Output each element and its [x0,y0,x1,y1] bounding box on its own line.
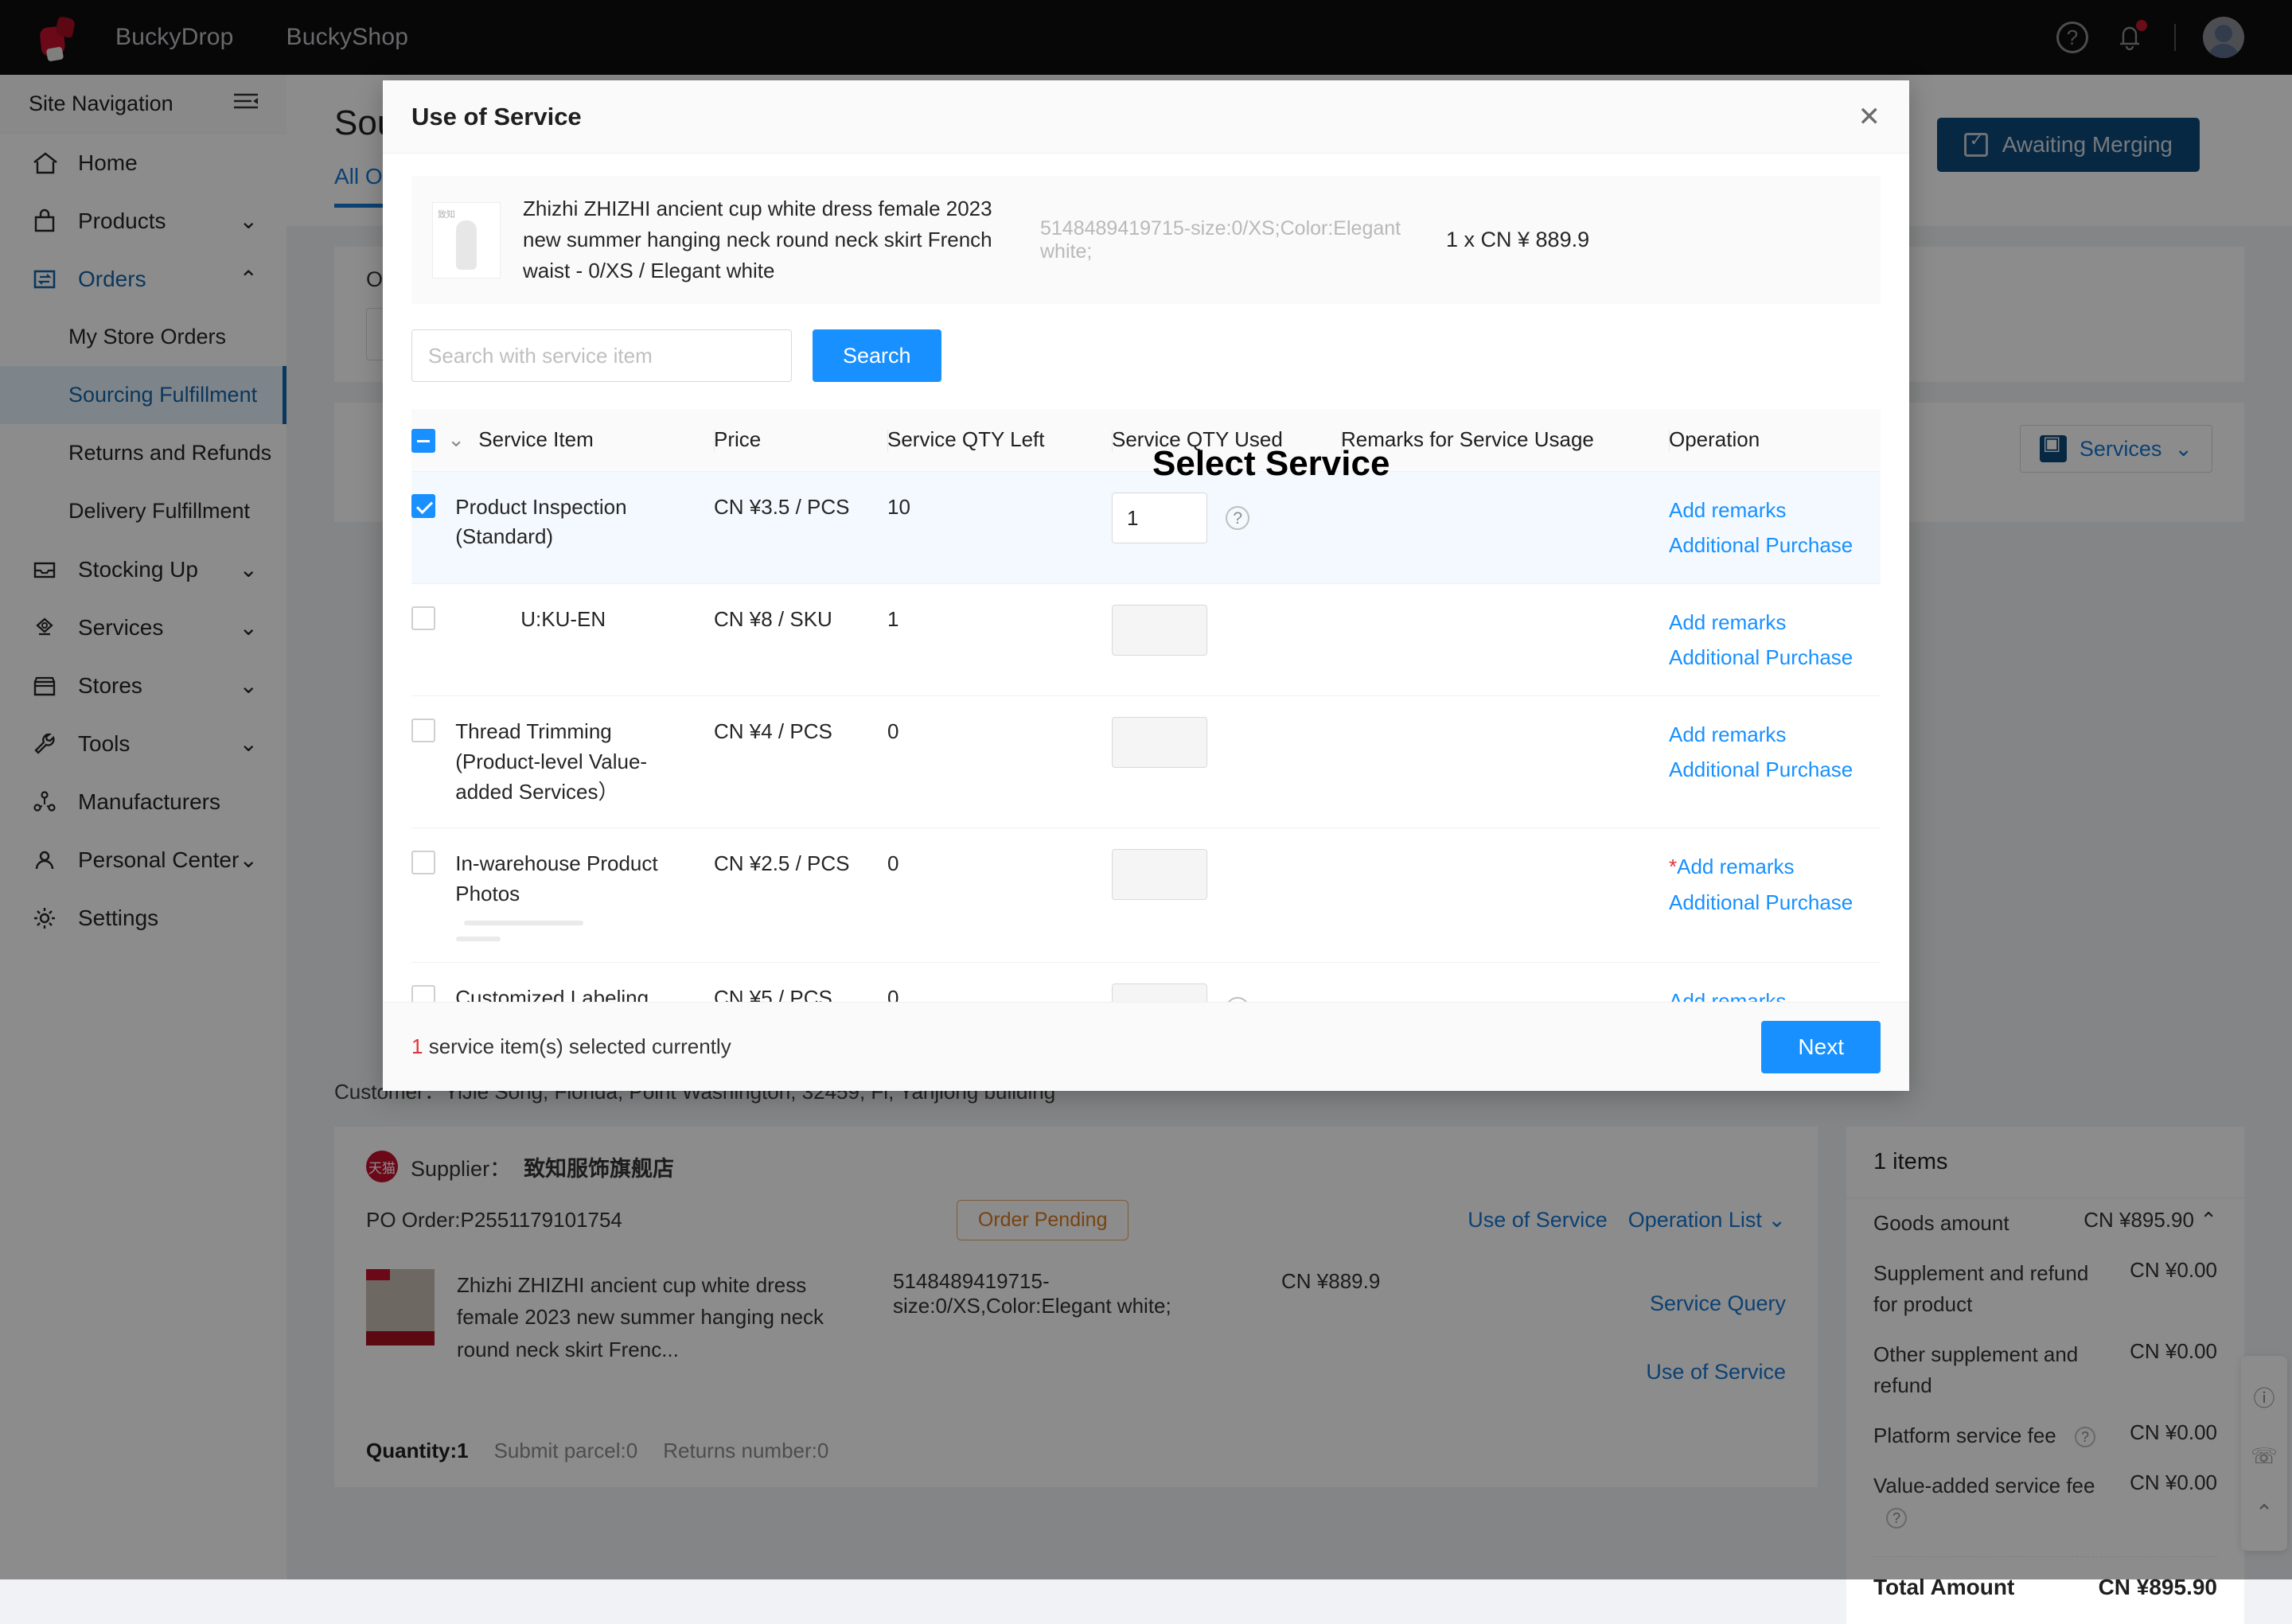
service-item-label: Customized Labeling（Product-level Value-… [455,985,649,1002]
service-items-table: ⌄ Service Item Price Service QTY Left Se… [411,409,1881,1002]
service-item-label: Thread Trimming (Product-level Value-add… [455,719,648,804]
table-row: Thread Trimming (Product-level Value-add… [411,695,1881,829]
th-service-qty-left: Service QTY Left [887,409,1112,472]
qty-used-input[interactable] [1112,604,1207,656]
product-thumbnail: 致知 [432,201,501,278]
row-checkbox[interactable] [411,493,435,518]
row-checkbox[interactable] [411,719,435,743]
search-button[interactable]: Search [813,329,941,382]
table-row: U:KU-EN CN ¥8 / SKU 1 Add remarks Additi… [411,583,1881,697]
cell-qty-used [1112,583,1341,697]
add-remarks-link[interactable]: Add remarks [1669,717,1881,752]
selected-count-note: 1 service item(s) selected currently [411,1034,731,1059]
thumb-brand-tag: 致知 [438,209,455,220]
cell-service-item: U:KU-EN [411,583,714,697]
required-asterisk: * [1669,855,1678,879]
cell-service-item: Thread Trimming (Product-level Value-add… [411,695,714,829]
cell-service-item: In-warehouse Product Photos [411,828,714,963]
service-item-label: Product Inspection (Standard) [455,494,627,549]
cell-remarks [1341,962,1669,1002]
cell-operation: *Add remarks Additional Purchase [1669,828,1881,963]
modal-header: Use of Service ✕ [383,80,1909,154]
add-remarks-link[interactable]: Add remarks [1669,983,1881,1002]
row-checkbox[interactable] [411,851,435,875]
additional-purchase-link[interactable]: Additional Purchase [1669,528,1881,563]
table-row: Customized Labeling（Product-level Value-… [411,962,1881,1002]
dress-shape [456,220,477,270]
row-checkbox[interactable] [411,984,435,1002]
cell-operation: Add remarks Additional Purchase [1669,695,1881,829]
modal-product-qty-price: 1 x CN ¥ 889.9 [1446,228,1590,251]
th-remarks: Remarks for Service Usage [1341,409,1669,472]
qty-used-input[interactable] [1112,849,1207,901]
modal-product-sku: 5148489419715-size:0/XS;Color:Elegant wh… [1040,216,1401,263]
modal-product-name: Zhizhi ZHIZHI ancient cup white dress fe… [523,197,992,282]
cell-remarks [1341,828,1669,963]
redacted-text [464,920,583,925]
selected-count-text: service item(s) selected currently [423,1034,731,1058]
close-icon[interactable]: ✕ [1858,101,1881,133]
cell-operation: Add remarks Additional Purchase [1669,583,1881,697]
annotation-select-service: Select Service [1152,444,1390,483]
modal-title: Use of Service [411,102,582,130]
cell-price: CN ¥4 / PCS [714,695,887,829]
cell-qty-left: 0 [887,962,1112,1002]
search-row: Search [411,329,1881,382]
additional-purchase-link[interactable]: Additional Purchase [1669,640,1881,675]
cell-price: CN ¥5 / PCS [714,962,887,1002]
cell-operation: Add remarks Additional Purchase [1669,471,1881,584]
search-input[interactable] [411,329,792,382]
use-of-service-modal: Use of Service ✕ 致知 Zhizhi ZHIZHI ancien… [383,80,1909,1091]
th-price: Price [714,409,887,472]
cell-remarks [1341,583,1669,697]
help-icon[interactable]: ? [1226,505,1250,530]
additional-purchase-link[interactable]: Additional Purchase [1669,885,1881,920]
cell-qty-used: ? [1112,962,1341,1002]
selected-count: 1 [411,1034,423,1058]
next-button[interactable]: Next [1761,1020,1881,1073]
cell-qty-left: 0 [887,828,1112,963]
cell-qty-used [1112,828,1341,963]
modal-product-bar: 致知 Zhizhi ZHIZHI ancient cup white dress… [411,176,1881,304]
select-all-checkbox[interactable] [411,428,435,453]
cell-price: CN ¥8 / SKU [714,583,887,697]
cell-remarks [1341,471,1669,584]
modal-footer: 1 service item(s) selected currently Nex… [383,1002,1909,1091]
th-label: Service Item [478,426,594,451]
qty-used-input[interactable]: 1 [1112,492,1207,543]
add-remarks-link[interactable]: Add remarks [1669,605,1881,640]
chevron-down-icon[interactable]: ⌄ [447,427,465,451]
cell-service-item: Customized Labeling（Product-level Value-… [411,962,714,1002]
service-item-label: In-warehouse Product Photos [455,851,658,905]
th-service-item: ⌄ Service Item [411,409,714,472]
additional-purchase-link[interactable]: Additional Purchase [1669,752,1881,787]
add-remarks-link[interactable]: Add remarks [1669,493,1881,528]
cell-qty-left: 10 [887,471,1112,584]
cell-price: CN ¥3.5 / PCS [714,471,887,584]
cell-qty-used [1112,695,1341,829]
service-item-label: U:KU-EN [520,606,606,631]
cell-price: CN ¥2.5 / PCS [714,828,887,963]
redacted-text [456,936,501,941]
row-checkbox[interactable] [411,606,435,630]
qty-used-input[interactable] [1112,717,1207,769]
table-row: In-warehouse Product Photos CN ¥2.5 / PC… [411,828,1881,963]
add-remarks-link[interactable]: *Add remarks [1669,849,1881,884]
cell-remarks [1341,695,1669,829]
qty-used-input[interactable] [1112,983,1207,1002]
table-row: Product Inspection (Standard) CN ¥3.5 / … [411,471,1881,584]
table-header-row: ⌄ Service Item Price Service QTY Left Se… [411,409,1881,472]
cell-service-item: Product Inspection (Standard) [411,471,714,584]
cell-qty-used: 1 ? [1112,471,1341,584]
cell-qty-left: 0 [887,695,1112,829]
cell-operation: Add remarks Additional Purchase [1669,962,1881,1002]
modal-body: 致知 Zhizhi ZHIZHI ancient cup white dress… [383,154,1909,1002]
cell-qty-left: 1 [887,583,1112,697]
th-operation: Operation [1669,409,1881,472]
